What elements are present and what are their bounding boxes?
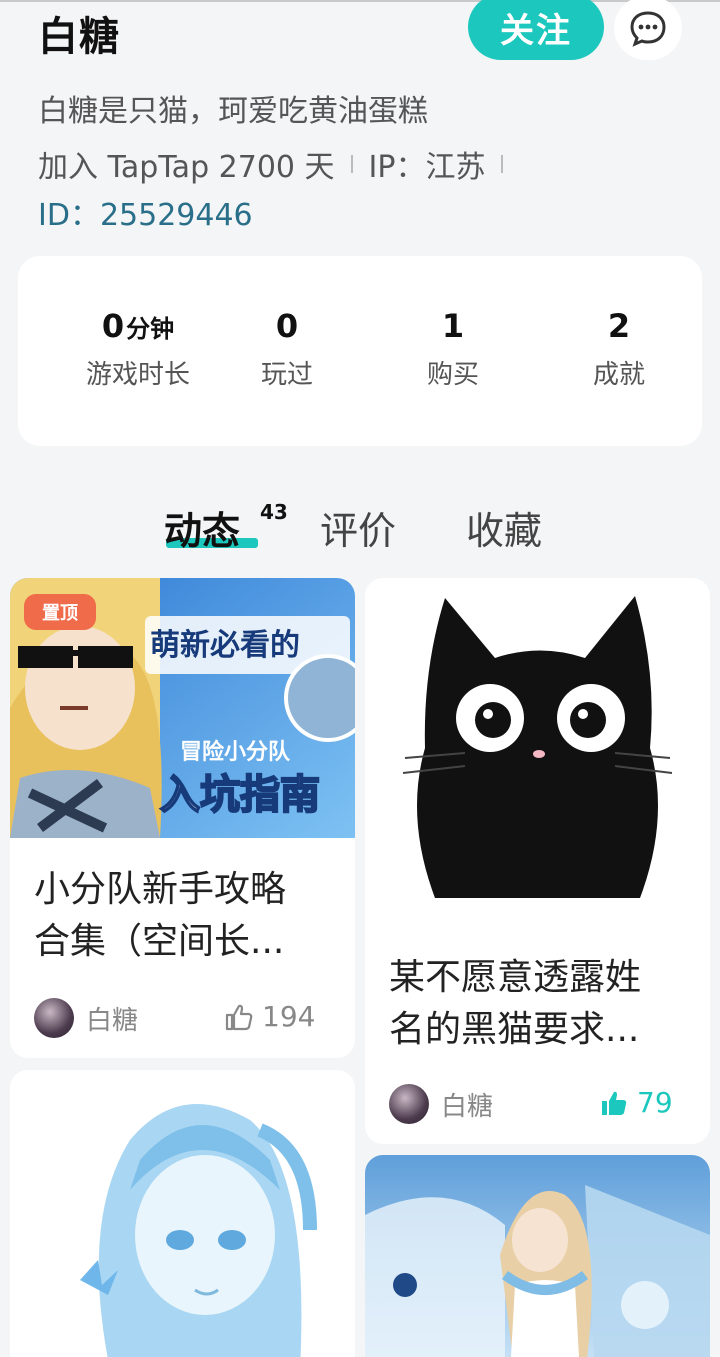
profile-meta: 加入 TapTap 2700 天 IP：江苏 [38, 142, 519, 186]
author-name: 白糖 [86, 1005, 139, 1036]
like-button[interactable]: 79 [599, 1086, 673, 1119]
avatar [389, 1084, 429, 1124]
post-title-line: 某不愿意透露姓 [389, 957, 642, 998]
stat-playtime[interactable]: 0分钟 游戏时长 [58, 306, 218, 391]
stat-label: 购买 [426, 360, 479, 390]
like-count: 194 [262, 1000, 316, 1033]
tab-feed-count: 43 [260, 500, 288, 524]
post-card[interactable]: 萌新必看的 冒险小分队 入坑指南 小分队新手攻略 合集（空间长... 白糖 19… [10, 578, 355, 1058]
post-title: 某不愿意透露姓 名的黑猫要求... [389, 952, 699, 1056]
post-thumbnail [365, 1155, 710, 1357]
stat-unit: 分钟 [126, 315, 175, 343]
thumbnail-caption-bottom: 入坑指南 [159, 771, 321, 819]
ip-location: IP：江苏 [368, 150, 486, 185]
meta-divider [501, 155, 504, 173]
post-author[interactable]: 白糖 [389, 1084, 493, 1124]
post-title: 小分队新手攻略 合集（空间长... [34, 864, 344, 968]
post-card[interactable]: 某不愿意透露姓 名的黑猫要求... 白糖 79 [365, 578, 710, 1144]
stat-value: 1 [441, 307, 465, 345]
post-title-line: 名的黑猫要求... [389, 1009, 640, 1050]
tab-favorites[interactable]: 收藏 [466, 500, 542, 555]
like-button[interactable]: 194 [224, 1000, 315, 1033]
author-name: 白糖 [441, 1091, 494, 1122]
follow-button[interactable]: 关注 [468, 0, 604, 60]
stat-played[interactable]: 0 玩过 [207, 306, 367, 391]
message-button[interactable] [614, 0, 682, 60]
post-card[interactable] [365, 1155, 710, 1357]
stat-value: 0 [275, 307, 299, 345]
status-divider [0, 0, 720, 2]
post-card[interactable] [10, 1070, 355, 1357]
thumbs-up-icon [225, 1004, 253, 1030]
tab-reviews[interactable]: 评价 [320, 500, 396, 555]
pinned-badge: 置顶 [24, 594, 96, 630]
post-title-line: 小分队新手攻略 [34, 869, 287, 910]
profile-name: 白糖 [38, 14, 120, 60]
avatar [34, 998, 74, 1038]
stat-label: 游戏时长 [85, 360, 190, 390]
profile-bio: 白糖是只猫，珂爱吃黄油蛋糕 [38, 94, 428, 129]
user-id[interactable]: ID：25529446 [38, 190, 253, 234]
chat-bubble-icon [630, 11, 666, 47]
tab-feed[interactable]: 动态 [164, 500, 240, 555]
thumbs-up-filled-icon [602, 1091, 627, 1115]
post-thumbnail [365, 578, 710, 918]
stat-label: 玩过 [260, 360, 313, 390]
meta-divider [350, 155, 353, 173]
post-author[interactable]: 白糖 [34, 998, 138, 1038]
stat-label: 成就 [592, 360, 645, 390]
stat-value: 2 [607, 307, 631, 345]
post-title-line: 合集（空间长... [34, 921, 285, 962]
stats-card: 0分钟 游戏时长 0 玩过 1 购买 2 成就 [18, 256, 702, 446]
post-thumbnail [10, 1070, 355, 1357]
stat-value: 0 [101, 307, 125, 345]
stat-purchased[interactable]: 1 购买 [373, 306, 533, 391]
thumbnail-caption-top: 萌新必看的 [150, 628, 300, 663]
join-days: 加入 TapTap 2700 天 [38, 150, 335, 185]
stat-achievements[interactable]: 2 成就 [539, 306, 699, 391]
like-count: 79 [637, 1086, 673, 1119]
